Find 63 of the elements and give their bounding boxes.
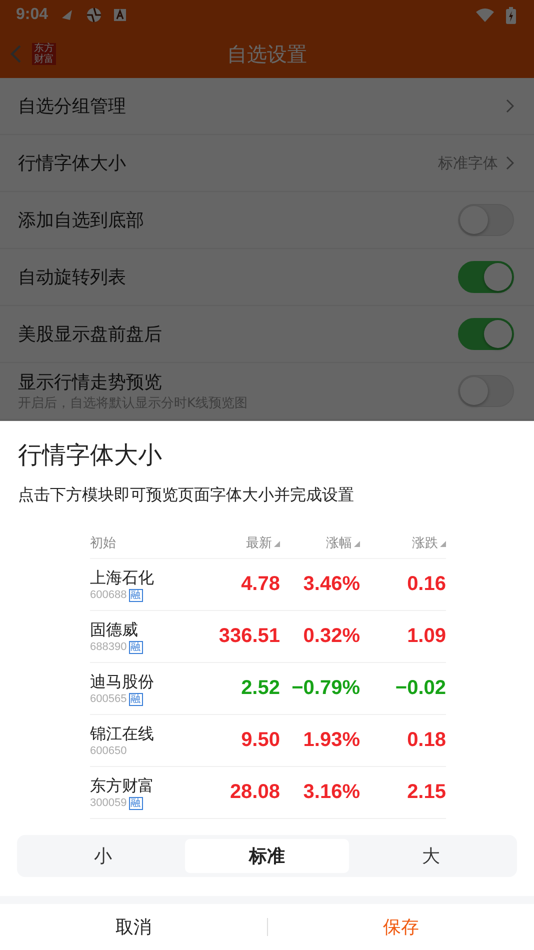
notification-icon [60, 8, 74, 22]
setting-label: 自动旋转列表 [18, 266, 127, 289]
stock-name: 东方财富 [90, 776, 155, 796]
wifi-icon [476, 8, 494, 22]
font-size-option[interactable]: 小 [21, 839, 185, 873]
price-cell-text: 9.50 [240, 729, 280, 752]
notification-icon [114, 9, 126, 21]
stock-code: 688390 [90, 641, 127, 653]
stock-name: 迪马股份 [90, 672, 155, 692]
margin-tag: 融 [128, 692, 143, 706]
percent-change-cell-text: 0.32% [302, 625, 360, 648]
price-cell-text: 4.78 [240, 573, 280, 596]
margin-tag: 融 [128, 640, 143, 654]
sort-icon[interactable] [274, 541, 280, 547]
font-size-option[interactable]: 标准 [185, 839, 349, 873]
change-cell-text: 0.18 [406, 729, 446, 752]
price-cell-text: 336.51 [218, 625, 280, 648]
toggle-switch[interactable] [458, 204, 514, 236]
toggle-switch[interactable] [458, 261, 514, 293]
notification-icon [86, 7, 102, 23]
column-header: 最新 [190, 534, 280, 552]
sort-icon[interactable] [440, 541, 446, 547]
status-time: 9:04 [16, 6, 48, 24]
percent-change-cell-text: 3.16% [302, 781, 360, 804]
stock-code: 600565 [90, 693, 127, 705]
percent-change-cell-text: −0.79% [290, 677, 360, 700]
app-logo: 东方财富 [32, 43, 56, 65]
setting-label: 显示行情走势预览 [18, 371, 163, 394]
price-cell-text: 2.52 [240, 677, 280, 700]
toggle-switch[interactable] [458, 318, 514, 350]
stock-code: 600688 [90, 589, 127, 601]
percent-change-cell-text: 3.46% [302, 573, 360, 596]
column-header: 涨跌 [360, 534, 446, 552]
back-icon[interactable] [10, 44, 22, 64]
chevron-right-icon[interactable] [506, 156, 514, 170]
sheet-description: 点击下方模块即可预览页面字体大小并完成设置 [17, 484, 355, 506]
column-header: 初始 [90, 535, 117, 552]
setting-label: 自选分组管理 [18, 95, 127, 118]
change-cell-text: 1.09 [406, 625, 446, 648]
toggle-switch[interactable] [458, 375, 514, 407]
cancel-button[interactable]: 取消 [0, 904, 266, 950]
page-title: 自选设置 [227, 40, 307, 68]
change-cell-text: 0.16 [406, 573, 446, 596]
setting-label: 行情字体大小 [18, 152, 127, 175]
margin-tag: 融 [128, 796, 143, 810]
sheet-title: 行情字体大小 [17, 440, 163, 471]
price-cell-text: 28.08 [228, 781, 280, 804]
stock-name: 锦江在线 [90, 724, 155, 745]
stock-name: 上海石化 [90, 568, 155, 588]
font-size-option[interactable]: 大 [349, 839, 513, 873]
stock-name: 固德威 [90, 620, 139, 640]
battery-icon [506, 6, 516, 24]
change-cell-text: 2.15 [406, 781, 446, 804]
change-cell-text: −0.02 [394, 677, 446, 700]
setting-label: 美股显示盘前盘后 [18, 323, 163, 346]
setting-label: 添加自选到底部 [18, 209, 145, 232]
column-header: 涨幅 [280, 534, 360, 552]
margin-tag: 融 [128, 588, 143, 602]
sort-icon[interactable] [354, 541, 360, 547]
stock-code: 300059 [90, 797, 127, 809]
percent-change-cell-text: 1.93% [302, 729, 360, 752]
chevron-right-icon[interactable] [506, 99, 514, 113]
stock-code: 600650 [90, 745, 127, 757]
